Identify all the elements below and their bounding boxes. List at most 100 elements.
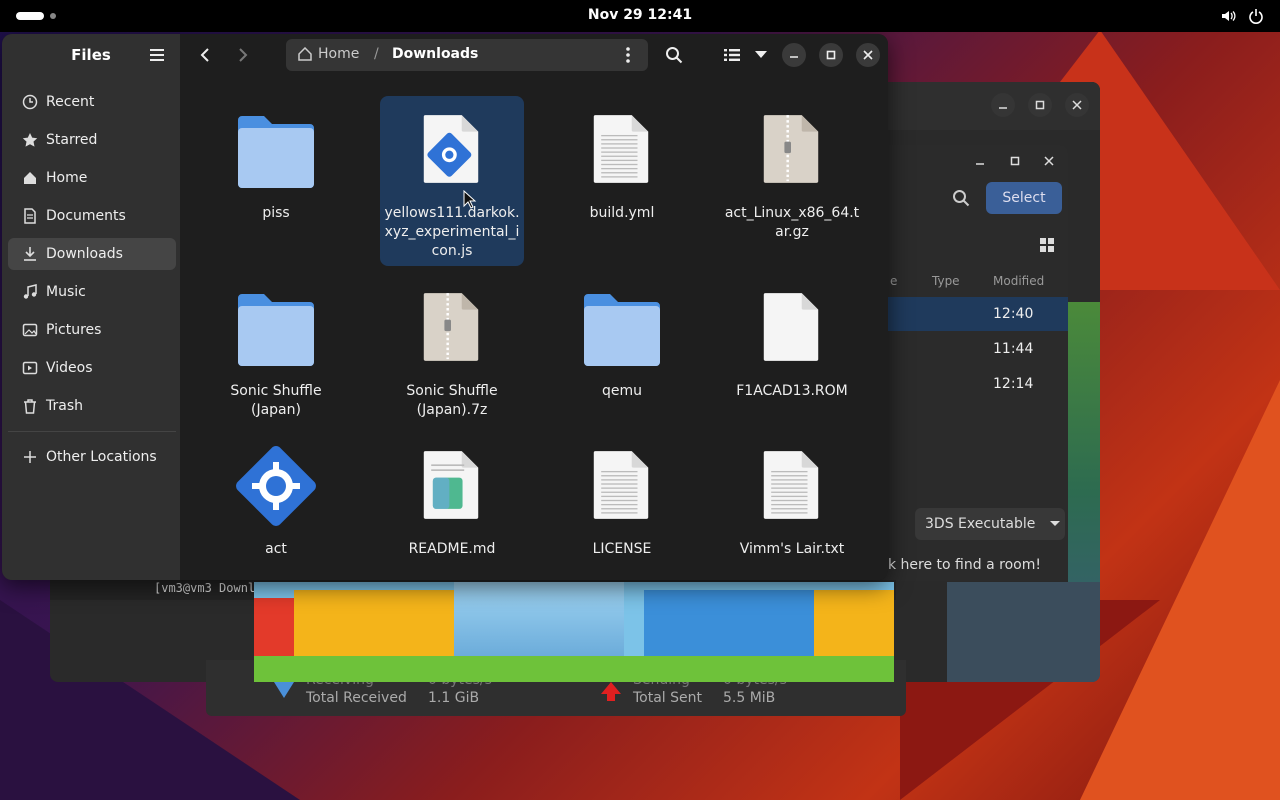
sidebar-item-pictures[interactable]: Pictures xyxy=(8,314,176,346)
system-tray[interactable] xyxy=(1220,8,1264,24)
filter-dropdown[interactable]: 3DS Executable xyxy=(915,508,1065,540)
maximize-button[interactable] xyxy=(1028,93,1052,117)
file-item[interactable]: act xyxy=(204,432,348,580)
archive-file-icon xyxy=(418,284,484,370)
total-sent-value: 5.5 MiB xyxy=(723,690,776,706)
list-row-selected[interactable] xyxy=(860,297,1068,331)
file-item[interactable]: yellows111.darkok.xyz_experimental_icon.… xyxy=(380,96,524,266)
folder-icon xyxy=(236,106,316,192)
forward-button[interactable] xyxy=(228,40,258,70)
sidebar-item-starred[interactable]: Starred xyxy=(8,124,176,156)
file-name-label: qemu xyxy=(601,383,642,399)
upload-arrow-icon xyxy=(601,682,621,701)
select-button[interactable]: Select xyxy=(986,182,1062,214)
room-hint-text[interactable]: k here to find a room! xyxy=(888,557,1041,573)
game-viewport xyxy=(254,582,894,682)
sidebar-item-label: Other Locations xyxy=(46,449,157,465)
file-name-label: F1ACAD13.ROM xyxy=(736,383,848,399)
sidebar-item-downloads[interactable]: Downloads xyxy=(8,238,176,270)
file-item[interactable]: build.yml xyxy=(550,96,694,266)
content-area: Home / Downloads piss yellows111.darkok.x… xyxy=(180,34,888,580)
row-time: 12:14 xyxy=(993,376,1034,392)
clock[interactable]: Nov 29 12:41 xyxy=(0,7,1280,23)
text-file-icon xyxy=(588,442,654,528)
folder-icon xyxy=(236,284,316,370)
executable-file-icon xyxy=(236,442,316,528)
file-item[interactable]: act_Linux_x86_64.tar.gz xyxy=(720,96,864,266)
sidebar-item-documents[interactable]: Documents xyxy=(8,200,176,232)
search-button[interactable] xyxy=(659,40,689,70)
sidebar-item-music[interactable]: Music xyxy=(8,276,176,308)
breadcrumb-home-label: Home xyxy=(318,46,360,62)
sidebar-item-label: Recent xyxy=(46,94,95,110)
file-name-label: piss xyxy=(262,205,290,221)
minimize-button[interactable] xyxy=(968,149,992,173)
power-icon[interactable] xyxy=(1248,8,1264,24)
breadcrumb-home[interactable]: Home xyxy=(298,46,359,62)
sidebar-item-label: Documents xyxy=(46,208,126,224)
column-header-type[interactable]: Type xyxy=(932,274,960,288)
column-header-modified[interactable]: Modified xyxy=(993,274,1044,288)
blank-file-icon xyxy=(758,284,824,370)
sidebar-item-other-locations[interactable]: Other Locations xyxy=(8,441,176,473)
minimize-button[interactable] xyxy=(782,43,806,67)
js-file-icon xyxy=(418,106,484,192)
grid-view-icon[interactable] xyxy=(1040,237,1054,256)
file-item[interactable]: Sonic Shuffle (Japan).7z xyxy=(380,274,524,444)
close-button[interactable] xyxy=(856,43,880,67)
plus-icon xyxy=(22,449,38,465)
view-options-dropdown[interactable] xyxy=(746,40,776,70)
background-list-window[interactable]: Select e Type Modified 12:40 11:44 12:14… xyxy=(860,145,1068,581)
total-received-value: 1.1 GiB xyxy=(428,690,480,706)
sidebar-item-label: Trash xyxy=(46,398,83,414)
document-icon xyxy=(22,208,38,224)
maximize-button[interactable] xyxy=(819,43,843,67)
breadcrumb-current[interactable]: Downloads xyxy=(392,46,478,62)
search-icon[interactable] xyxy=(952,189,970,211)
kebab-menu-icon[interactable] xyxy=(626,47,630,63)
total-received-label: Total Received xyxy=(306,690,407,706)
sidebar-item-videos[interactable]: Videos xyxy=(8,352,176,384)
minimize-button[interactable] xyxy=(991,93,1015,117)
text-file-icon xyxy=(758,442,824,528)
folder-item[interactable]: piss xyxy=(204,96,348,266)
download-icon xyxy=(22,246,38,262)
sidebar-divider xyxy=(8,431,176,432)
file-item[interactable]: README.md xyxy=(380,432,524,580)
close-button[interactable] xyxy=(1037,149,1061,173)
file-name-label: README.md xyxy=(408,541,496,557)
files-window[interactable]: Files Recent Starred Home Documents Down… xyxy=(2,34,888,580)
sidebar-item-home[interactable]: Home xyxy=(8,162,176,194)
sidebar-item-recent[interactable]: Recent xyxy=(8,86,176,118)
sidebar: Files Recent Starred Home Documents Down… xyxy=(2,34,180,580)
file-item[interactable]: Vimm's Lair.txt xyxy=(720,432,864,580)
room-hint-bar[interactable]: k here to find a room! xyxy=(860,551,1068,580)
path-bar[interactable]: Home / Downloads xyxy=(286,39,648,71)
file-name-label: act xyxy=(265,541,287,557)
maximize-button[interactable] xyxy=(1003,149,1027,173)
close-button[interactable] xyxy=(1065,93,1089,117)
markdown-file-icon xyxy=(418,442,484,528)
sidebar-item-label: Starred xyxy=(46,132,98,148)
file-name-label: act_Linux_x86_64.tar.gz xyxy=(724,205,860,240)
row-time: 12:40 xyxy=(993,306,1034,322)
volume-icon[interactable] xyxy=(1220,8,1236,24)
folder-icon xyxy=(582,284,662,370)
file-item[interactable]: F1ACAD13.ROM xyxy=(720,274,864,444)
sidebar-item-label: Music xyxy=(46,284,86,300)
sidebar-item-trash[interactable]: Trash xyxy=(8,390,176,422)
file-name-label: Sonic Shuffle (Japan) xyxy=(230,383,322,418)
column-header-partial: e xyxy=(890,274,898,288)
file-item[interactable]: LICENSE xyxy=(550,432,694,580)
breadcrumb-separator: / xyxy=(374,46,379,62)
file-name-label: build.yml xyxy=(589,205,655,221)
back-button[interactable] xyxy=(190,40,220,70)
file-name-label: Sonic Shuffle (Japan).7z xyxy=(406,383,498,418)
video-icon xyxy=(22,360,38,376)
folder-item[interactable]: qemu xyxy=(550,274,694,444)
star-icon xyxy=(22,132,38,148)
text-file-icon xyxy=(588,106,654,192)
hamburger-menu-icon[interactable] xyxy=(148,46,166,64)
view-list-button[interactable] xyxy=(717,40,747,70)
folder-item[interactable]: Sonic Shuffle (Japan) xyxy=(204,274,348,444)
